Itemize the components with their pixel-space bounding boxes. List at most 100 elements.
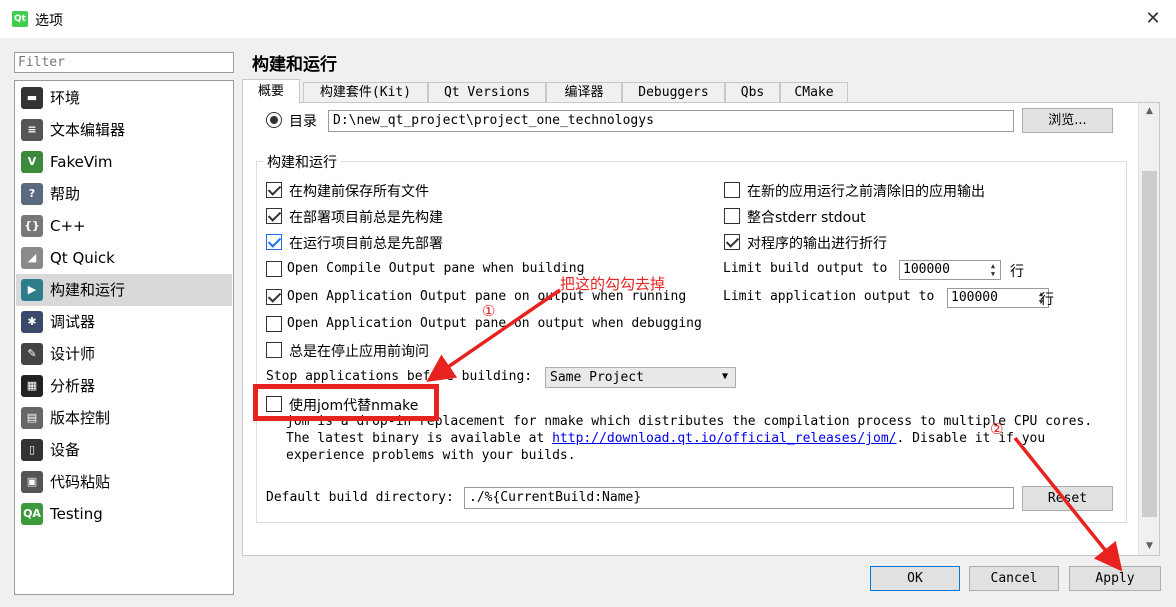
tab-overview[interactable]: 概要: [242, 79, 300, 104]
limit-app-spinbox[interactable]: 100000 ▲ ▼: [947, 288, 1049, 308]
sidebar-item[interactable]: ▯ 设备: [16, 434, 232, 466]
sidebar-item-label: 设计师: [50, 345, 96, 363]
open-app-output-running-checkbox[interactable]: [266, 289, 282, 305]
limit-build-spinbox[interactable]: 100000 ▲ ▼: [899, 260, 1001, 280]
cpp-icon: {}: [21, 215, 43, 237]
default-build-dir-field[interactable]: ./%{CurrentBuild:Name}: [464, 487, 1014, 509]
sidebar-item[interactable]: ≡ 文本编辑器: [16, 114, 232, 146]
annotation-instruction: 把这的勾勾去掉: [560, 275, 666, 293]
sidebar-item[interactable]: ▶ 构建和运行: [16, 274, 232, 306]
debugger-icon: ✱: [21, 311, 43, 333]
ask-before-stop-checkbox[interactable]: [266, 342, 282, 358]
sidebar-item[interactable]: QA Testing: [16, 498, 232, 530]
open-compile-output-label: Open Compile Output pane when building: [287, 261, 585, 276]
browse-button[interactable]: 浏览...: [1022, 108, 1113, 133]
save-before-build-label: 在构建前保存所有文件: [289, 184, 429, 200]
sidebar-item[interactable]: ? 帮助: [16, 178, 232, 210]
jom-desc-line3: experience problems with your builds.: [286, 448, 576, 463]
wrap-output-checkbox[interactable]: [724, 234, 740, 250]
sidebar-item-label: 文本编辑器: [50, 121, 126, 139]
sidebar-item-label: Qt Quick: [50, 249, 115, 267]
deploy-before-run-checkbox[interactable]: [266, 234, 282, 250]
vertical-scrollbar[interactable]: ▲ ▼: [1138, 103, 1159, 555]
ok-button[interactable]: OK: [870, 566, 960, 591]
tab-qt-versions[interactable]: Qt Versions: [428, 82, 546, 103]
open-app-output-debugging-checkbox[interactable]: [266, 316, 282, 332]
deploy-before-run-label: 在运行项目前总是先部署: [289, 236, 443, 252]
cancel-button[interactable]: Cancel: [969, 566, 1059, 591]
sidebar-item[interactable]: ▣ 代码粘贴: [16, 466, 232, 498]
directory-radio[interactable]: [266, 112, 282, 128]
options-sidebar: ▬ 环境 ≡ 文本编辑器 V FakeVim? 帮助 {} C++ ◢ Qt Quick ▶ 构建和运行…: [14, 80, 234, 595]
qt-quick-icon: ◢: [21, 247, 43, 269]
sidebar-item[interactable]: ◢ Qt Quick: [16, 242, 232, 274]
analyzer-icon: ▦: [21, 375, 43, 397]
stop-apps-value: Same Project: [550, 370, 644, 385]
limit-app-value: 100000: [951, 290, 998, 305]
clear-old-output-label: 在新的应用运行之前清除旧的应用输出: [747, 184, 985, 200]
sidebar-item-label: 环境: [50, 89, 81, 107]
open-compile-output-checkbox[interactable]: [266, 261, 282, 277]
sidebar-item-label: C++: [50, 217, 86, 235]
apply-button[interactable]: Apply: [1069, 566, 1161, 591]
stop-apps-label: Stop applications before building:: [266, 369, 533, 384]
jom-download-link[interactable]: http://download.qt.io/official_releases/…: [552, 431, 896, 446]
scroll-up-icon[interactable]: ▲: [1139, 103, 1160, 120]
limit-build-label: Limit build output to: [723, 261, 888, 276]
annotation-highlight-box: [253, 384, 439, 421]
limit-app-label: Limit application output to: [723, 289, 935, 304]
sidebar-item-label: 帮助: [50, 185, 81, 203]
sidebar-item[interactable]: ▦ 分析器: [16, 370, 232, 402]
clear-old-output-checkbox[interactable]: [724, 182, 740, 198]
sidebar-item-label: 版本控制: [50, 409, 111, 427]
sidebar-item-label: 代码粘贴: [50, 473, 111, 491]
sidebar-item[interactable]: ✎ 设计师: [16, 338, 232, 370]
sidebar-item[interactable]: ✱ 调试器: [16, 306, 232, 338]
sidebar-item[interactable]: ▤ 版本控制: [16, 402, 232, 434]
ask-before-stop-label: 总是在停止应用前询问: [289, 344, 429, 360]
sidebar-item[interactable]: ▬ 环境: [16, 82, 232, 114]
sidebar-item[interactable]: V FakeVim: [16, 146, 232, 178]
tab-compilers[interactable]: 编译器: [546, 82, 622, 103]
qa-icon: QA: [21, 503, 43, 525]
spin-arrows-icon[interactable]: ▲ ▼: [987, 262, 999, 278]
monitor-icon: ▬: [21, 87, 43, 109]
text-editor-icon: ≡: [21, 119, 43, 141]
limit-build-value: 100000: [903, 262, 950, 277]
close-button[interactable]: ✕: [1130, 0, 1176, 38]
scroll-down-icon[interactable]: ▼: [1139, 538, 1160, 555]
limit-app-unit: 行: [1040, 292, 1054, 308]
directory-field[interactable]: D:\new_qt_project\project_one_technology…: [328, 110, 1014, 132]
build-run-icon: ▶: [21, 279, 43, 301]
scroll-thumb[interactable]: [1142, 171, 1157, 517]
default-build-dir-label: Default build directory:: [266, 490, 454, 505]
build-before-deploy-checkbox[interactable]: [266, 208, 282, 224]
qt-app-icon: Qt: [12, 11, 28, 27]
version-control-icon: ▤: [21, 407, 43, 429]
sidebar-item-label: Testing: [50, 505, 103, 523]
tab-kits[interactable]: 构建套件(Kit): [303, 82, 428, 103]
code-paste-icon: ▣: [21, 471, 43, 493]
sidebar-item-label: 调试器: [50, 313, 96, 331]
filter-input[interactable]: Filter: [14, 52, 234, 73]
tab-qbs[interactable]: Qbs: [725, 82, 780, 103]
sidebar-item-label: 构建和运行: [50, 281, 126, 299]
save-before-build-checkbox[interactable]: [266, 182, 282, 198]
reset-button[interactable]: Reset: [1022, 486, 1113, 511]
sidebar-item-label: FakeVim: [50, 153, 113, 171]
limit-build-unit: 行: [1010, 264, 1024, 280]
annotation-marker-2: ②: [990, 420, 1004, 438]
page-title: 构建和运行: [252, 55, 337, 75]
tab-cmake[interactable]: CMake: [780, 82, 848, 103]
fakevim-icon: V: [21, 151, 43, 173]
sidebar-item[interactable]: {} C++: [16, 210, 232, 242]
tab-debuggers[interactable]: Debuggers: [622, 82, 725, 103]
merge-stderr-stdout-label: 整合stderr stdout: [747, 210, 866, 226]
merge-stderr-stdout-checkbox[interactable]: [724, 208, 740, 224]
sidebar-item-label: 分析器: [50, 377, 96, 395]
help-icon: ?: [21, 183, 43, 205]
directory-label: 目录: [289, 114, 317, 130]
window-title: 选项: [35, 13, 63, 29]
stop-apps-select[interactable]: Same Project ▼: [545, 367, 736, 388]
sidebar-item-label: 设备: [50, 441, 81, 459]
